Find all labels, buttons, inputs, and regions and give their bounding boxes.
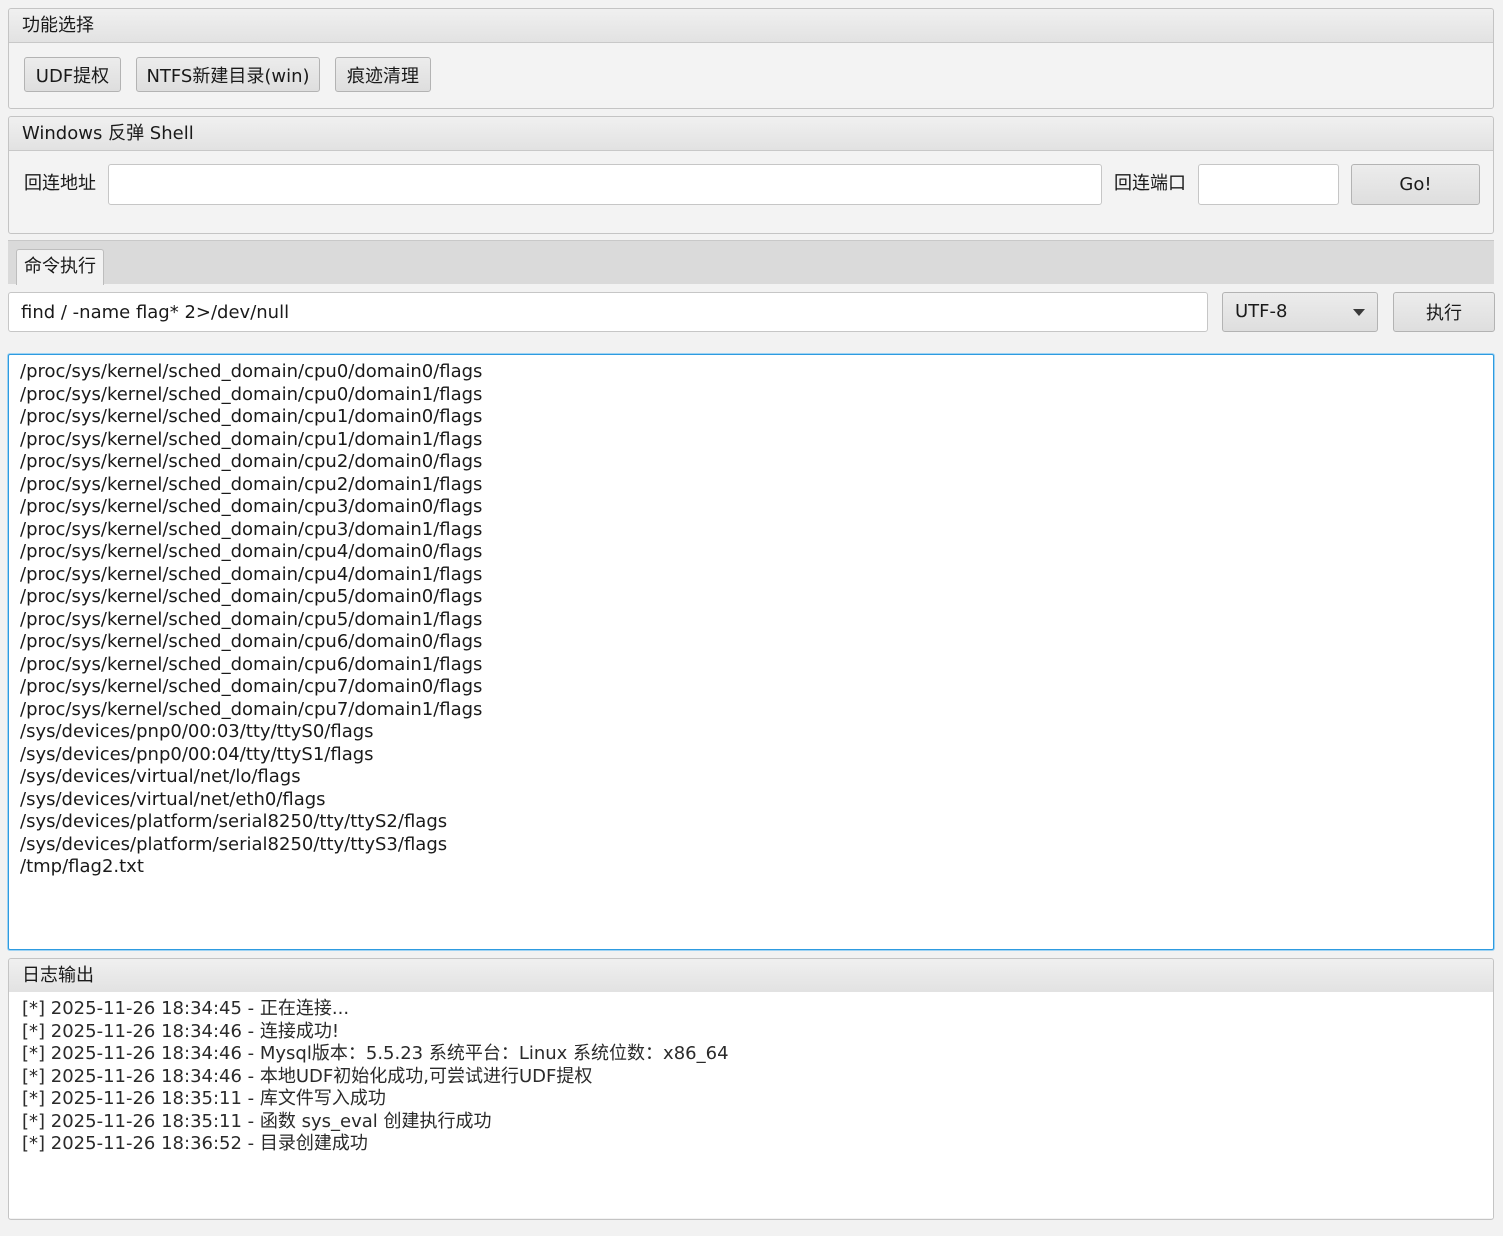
command-tab-strip: 命令执行 [8,240,1494,285]
command-input[interactable] [8,292,1208,332]
trace-cleanup-button[interactable]: 痕迹清理 [335,57,431,92]
log-panel-title: 日志输出 [9,959,1493,993]
output-line: /proc/sys/kernel/sched_domain/cpu6/domai… [20,631,483,652]
reverse-shell-title: Windows 反弹 Shell [9,117,1493,151]
output-line: /sys/devices/virtual/net/lo/flags [20,766,301,787]
log-line: [*] 2025-11-26 18:34:46 - 连接成功! [22,1020,340,1042]
log-line: [*] 2025-11-26 18:36:52 - 目录创建成功 [22,1133,368,1154]
output-line: /proc/sys/kernel/sched_domain/cpu5/domai… [20,586,483,607]
encoding-select[interactable]: UTF-8 [1222,292,1378,332]
log-output-textarea[interactable]: [*] 2025-11-26 18:34:45 - 正在连接... [*] 202… [9,992,1493,1218]
encoding-value: UTF-8 [1235,301,1288,322]
callback-address-label: 回连地址 [24,173,96,194]
output-line: /proc/sys/kernel/sched_domain/cpu0/domai… [20,361,483,382]
output-line: /proc/sys/kernel/sched_domain/cpu0/domai… [20,383,483,405]
output-line: /sys/devices/pnp0/00:03/tty/ttyS0/flags [20,721,374,742]
log-line: [*] 2025-11-26 18:34:46 - Mysql版本：5.5.23… [22,1043,729,1064]
ntfs-create-dir-button[interactable]: NTFS新建目录(win) [136,57,320,92]
output-line: /sys/devices/platform/serial8250/tty/tty… [20,833,448,855]
output-line: /proc/sys/kernel/sched_domain/cpu4/domai… [20,541,483,562]
output-line: /sys/devices/platform/serial8250/tty/tty… [20,811,448,832]
output-line: /sys/devices/virtual/net/eth0/flags [20,788,326,810]
tab-command-exec[interactable]: 命令执行 [16,249,104,285]
callback-port-input[interactable] [1198,164,1339,205]
chevron-down-icon [1353,309,1365,316]
log-line: [*] 2025-11-26 18:34:46 - 本地UDF初始化成功,可尝试… [22,1065,593,1087]
log-line: [*] 2025-11-26 18:35:11 - 函数 sys_eval 创建… [22,1110,492,1132]
output-line: /tmp/flag2.txt [20,856,144,877]
log-line: [*] 2025-11-26 18:34:45 - 正在连接... [22,998,350,1019]
output-line: /proc/sys/kernel/sched_domain/cpu3/domai… [20,496,483,517]
udf-escalation-button[interactable]: UDF提权 [24,57,121,92]
function-panel-title: 功能选择 [9,9,1493,43]
output-line: /sys/devices/pnp0/00:04/tty/ttyS1/flags [20,743,374,765]
output-line: /proc/sys/kernel/sched_domain/cpu5/domai… [20,608,483,630]
output-line: /proc/sys/kernel/sched_domain/cpu3/domai… [20,518,483,540]
callback-address-input[interactable] [108,164,1102,205]
output-line: /proc/sys/kernel/sched_domain/cpu6/domai… [20,653,483,675]
callback-port-label: 回连端口 [1114,173,1186,194]
output-line: /proc/sys/kernel/sched_domain/cpu1/domai… [20,406,483,427]
log-line: [*] 2025-11-26 18:35:11 - 库文件写入成功 [22,1088,386,1109]
output-line: /proc/sys/kernel/sched_domain/cpu2/domai… [20,473,483,495]
output-line: /proc/sys/kernel/sched_domain/cpu7/domai… [20,676,483,697]
execute-button[interactable]: 执行 [1393,292,1495,332]
output-line: /proc/sys/kernel/sched_domain/cpu2/domai… [20,451,483,472]
output-line: /proc/sys/kernel/sched_domain/cpu7/domai… [20,698,483,720]
output-line: /proc/sys/kernel/sched_domain/cpu4/domai… [20,563,483,585]
go-button[interactable]: Go! [1351,164,1480,205]
output-line: /proc/sys/kernel/sched_domain/cpu1/domai… [20,428,483,450]
command-output-textarea[interactable]: /proc/sys/kernel/sched_domain/cpu0/domai… [8,354,1494,950]
